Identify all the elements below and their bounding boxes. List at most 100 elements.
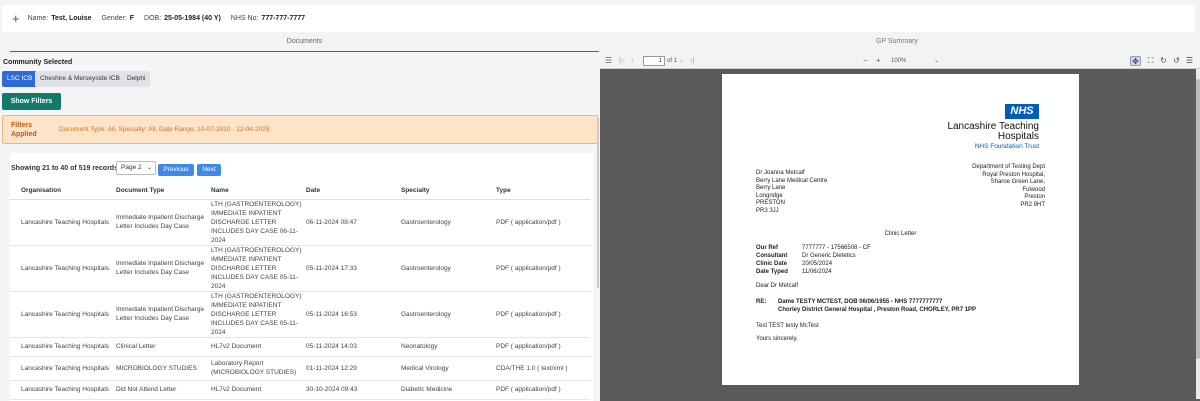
ref-key: Our Ref [756, 245, 779, 251]
tab-gp-summary[interactable]: GP Summary [599, 38, 1195, 52]
pdf-page: NHS Lancashire Teaching Hospitals NHS Fo… [722, 74, 1079, 385]
cell-date: 01-11-2024 12:29 [306, 356, 401, 381]
zoom-chevron-down-icon[interactable]: ⌄ [934, 57, 939, 64]
cell-specialty: Neonatology [401, 337, 496, 357]
name-label: Name: [27, 15, 49, 22]
cell-name: HL7v2 Document [211, 337, 306, 357]
cell-specialty: Medical Virology [401, 356, 496, 381]
page-select[interactable]: Page 2 ⌄ [116, 161, 156, 175]
address-line: Royal Preston Hospital, [982, 171, 1045, 178]
dob-label: DOB: [144, 15, 162, 22]
cell-date: 05-11-2024 14:03 [306, 337, 401, 357]
sidebar-toggle-icon[interactable]: ☰ [605, 56, 612, 66]
trust-name-line2: Hospitals [997, 131, 1039, 142]
patient-gender: F [129, 15, 135, 22]
ref-value: 7777777 - 17566508 - CF [802, 245, 871, 251]
first-page-icon[interactable]: |‹ [619, 56, 624, 66]
table-row[interactable]: Lancashire Teaching Hospitals Did Not At… [10, 380, 590, 400]
cell-type: PDF ( application/pdf ) [496, 199, 590, 246]
col-type[interactable]: Type [496, 183, 590, 200]
cell-name: LTH (GASTROENTEROLOGY) IMMEDIATE INPATIE… [211, 245, 306, 292]
re-line1: Dame TESTY MCTEST, DOB 06/06/1955 - NHS … [778, 299, 943, 305]
cell-type: PDF ( application/pdf ) [496, 245, 590, 292]
cell-type: PDF ( application/pdf ) [496, 380, 590, 400]
rotate-icon[interactable]: ↻ [1158, 56, 1169, 66]
zoom-level[interactable]: 100% [891, 58, 906, 64]
patient-banner: + Name: Test, Louise Gender: F DOB: 25-05-1… [2, 5, 1195, 32]
cell-date: 30-10-2024 09:43 [306, 380, 401, 400]
col-organisation[interactable]: Organisation [10, 183, 116, 200]
address-line: Berry Lane Medical Centre [756, 177, 828, 184]
cell-organisation: Lancashire Teaching Hospitals [10, 199, 116, 246]
cell-name: HL7v2 Document [211, 380, 306, 400]
letter-body: Test TEST testy McTest [756, 323, 819, 329]
prev-page-icon[interactable]: ‹ [631, 56, 634, 66]
cell-document-type: Did Not Attend Letter [116, 380, 211, 400]
table-row[interactable]: Lancashire Teaching Hospitals Immediate … [10, 245, 590, 292]
pan-tool-icon[interactable]: ✥ [1130, 56, 1141, 66]
last-page-icon[interactable]: ›| [690, 56, 695, 66]
ref-value: Dr Generic Dietetics [802, 253, 856, 259]
cell-specialty: Gastroenterology [401, 199, 496, 246]
cell-name: Laboratory Report (MICROBIOLOGY STUDIES) [211, 356, 306, 381]
tab-documents[interactable]: Documents [10, 38, 599, 52]
cell-organisation: Lancashire Teaching Hospitals [10, 380, 116, 400]
expand-plus-icon[interactable]: + [12, 12, 20, 25]
table-row[interactable]: Lancashire Teaching Hospitals Immediate … [10, 199, 590, 246]
next-button[interactable]: Next [197, 164, 221, 176]
col-date[interactable]: Date [306, 183, 401, 200]
menu-icon[interactable]: ☰ [1184, 56, 1195, 66]
table-row[interactable]: Lancashire Teaching Hospitals Immediate … [10, 291, 590, 338]
cell-date: 06-11-2024 08:47 [306, 199, 401, 246]
community-chip-cheshire-merseyside[interactable]: Cheshire & Merseyside ICB [35, 71, 125, 87]
address-line: Longridge [756, 192, 783, 199]
community-title: Community Selected [3, 59, 73, 66]
cell-document-type: MICROBIOLOGY STUDIES [116, 356, 211, 381]
nhs-logo: NHS [1005, 104, 1039, 119]
ref-key: Clinic Date [756, 261, 788, 267]
gender-label: Gender: [101, 15, 127, 22]
zoom-out-icon[interactable]: − [863, 56, 868, 66]
ref-value: 11/06/2024 [802, 269, 832, 275]
col-name[interactable]: Name [211, 183, 306, 200]
cell-specialty: Diabetic Medicine [401, 380, 496, 400]
community-chip-delphi[interactable]: Delphi [122, 71, 151, 87]
left-scrollbar[interactable] [597, 118, 599, 288]
cell-document-type: Immediate Inpatient Discharge Letter Inc… [116, 245, 211, 292]
table-row[interactable]: Lancashire Teaching Hospitals MICROBIOLO… [10, 356, 590, 381]
viewer-scrollbar[interactable] [1196, 69, 1200, 399]
filters-applied-box: Filters Applied Document Type: All, Spec… [2, 115, 598, 144]
address-line: Sharoe Green Lane, [990, 179, 1045, 186]
cell-date: 05-11-2024 17:33 [306, 245, 401, 292]
letter-signoff: Yours sincerely, [756, 336, 798, 342]
next-page-icon[interactable]: › [680, 56, 683, 66]
table-row[interactable]: Lancashire Teaching Hospitals Clinical L… [10, 337, 590, 357]
cell-specialty: Gastroenterology [401, 291, 496, 338]
patient-nhs-number: 777-777-7777 [261, 15, 306, 22]
show-filters-button[interactable]: Show Filters [2, 93, 61, 110]
cell-organisation: Lancashire Teaching Hospitals [10, 245, 116, 292]
reset-icon[interactable]: ↺ [1171, 56, 1182, 66]
address-line: PRESTON [756, 200, 785, 207]
cell-name: LTH (GASTROENTEROLOGY) IMMEDIATE INPATIE… [211, 291, 306, 338]
col-specialty[interactable]: Specialty [401, 183, 496, 200]
zoom-in-icon[interactable]: + [876, 56, 881, 66]
page-count: of 1 [667, 58, 678, 64]
cell-name: LTH (GASTROENTEROLOGY) IMMEDIATE INPATIE… [211, 199, 306, 246]
trust-subtitle: NHS Foundation Trust [974, 143, 1039, 150]
patient-details: Name: Test, Louise Gender: F DOB: 25-05-198… [28, 15, 313, 22]
address-line: Department of Testing Dept [972, 164, 1045, 170]
ref-key: Consultant [756, 253, 788, 259]
address-line: Fulwood [1022, 186, 1045, 193]
community-chip-lsc-icb[interactable]: LSC ICB [2, 71, 38, 87]
address-line: Berry Lane [756, 185, 786, 192]
fit-page-icon[interactable]: ⛶ [1145, 56, 1156, 66]
nhs-label: NHS No: [230, 15, 259, 22]
filters-text: Document Type: All, Specialty: All, Date… [59, 126, 270, 133]
col-document-type[interactable]: Document Type [116, 183, 211, 200]
previous-button[interactable]: Previous [158, 164, 194, 176]
letter-references: Our Ref 7777777 - 17566508 - CF Consultan… [756, 244, 871, 276]
page-number-input[interactable]: 1 [643, 56, 665, 66]
viewer-scrollbar-thumb[interactable] [1196, 79, 1200, 359]
cell-type: CDA/THE 1.0 ( text/xml ) [496, 356, 590, 381]
